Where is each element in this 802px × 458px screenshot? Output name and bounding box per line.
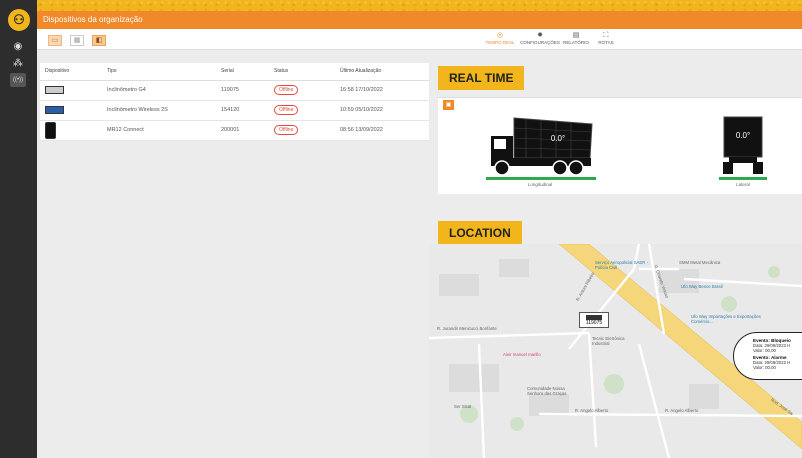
tab-label: TEMPO REAL <box>485 40 515 45</box>
col-tipo: Tipo <box>102 63 216 81</box>
map-label: Comunidade Nossa Senhora das Graças <box>527 386 567 396</box>
marker-serial: 119075 <box>585 320 603 326</box>
location-heading: LOCATION <box>438 221 522 245</box>
longitudinal-caption: Longitudinal <box>527 182 553 187</box>
signal-icon[interactable]: ((•)) <box>10 73 26 87</box>
tab-label: RELATÓRIO <box>563 40 589 45</box>
tab-tempo-real[interactable]: ◎ TEMPO REAL <box>483 31 517 45</box>
status-badge: Offline <box>274 85 299 95</box>
event-value: Valor: 00,00 <box>753 365 776 370</box>
device-detail-panel: REAL TIME ▣ 0.0° Longitudinal 0.0° Later… <box>429 50 802 458</box>
list-view-button[interactable]: ▭ <box>48 35 62 46</box>
lateral-caption: Lateral <box>736 182 750 187</box>
inclinometer-wireless-image <box>45 106 64 114</box>
col-status: Status <box>269 63 335 81</box>
device-table: Dispositivo Tipo Serial Status Último At… <box>40 63 429 141</box>
event-item: Evento: Alarme Data: 29/09/2022 H Valor:… <box>753 355 802 370</box>
device-list-panel: Dispositivo Tipo Serial Status Último At… <box>37 50 429 458</box>
device-badge-icon[interactable]: ▣ <box>443 100 454 110</box>
detail-view-button[interactable]: ◧ <box>92 35 106 46</box>
status-badge: Offline <box>274 105 299 115</box>
real-time-heading: REAL TIME <box>438 66 525 90</box>
lateral-value: 0.0° <box>735 131 751 140</box>
map-label: SMM Metal Mecânica <box>679 260 721 265</box>
device-serial: 119075 <box>216 80 269 101</box>
last-update: 16:58 17/10/2022 <box>335 80 429 101</box>
mr12-connect-image <box>45 121 56 139</box>
tab-label: ROTAS <box>598 40 614 45</box>
location-card: Serviço Aeropolicial SAER - Polícia Civi… <box>429 244 802 458</box>
device-image-cell <box>40 80 102 101</box>
status-cell: Offline <box>269 120 335 141</box>
street-label: R. Jurandir Menicucci Bonfante <box>437 326 497 331</box>
last-update: 10:59 05/10/2022 <box>335 100 429 121</box>
event-popup[interactable]: Evento: Bloqueio Data: 29/09/2022 H Valo… <box>733 332 802 380</box>
document-icon: ▤ <box>572 32 580 39</box>
map-label: Serviço Aeropolicial SAER - Polícia Civi… <box>595 260 649 270</box>
gear-icon: ✹ <box>537 32 543 39</box>
page-title: Dispositivos da organização <box>37 11 802 29</box>
event-value: Valor: 00,00 <box>753 348 776 353</box>
street-label: R. Angelo Alberto <box>665 408 699 413</box>
map-label: Aleir manuel marillo <box>503 352 541 357</box>
tab-relatorio[interactable]: ▤ RELATÓRIO <box>563 31 589 45</box>
device-image-cell <box>40 120 102 141</box>
device-type: Inclinômetro Wireless 2S <box>102 100 216 121</box>
sidebar: ⚇ ◉ ⁂ ((•)) <box>0 0 37 458</box>
longitudinal-value: 0.0° <box>550 134 566 143</box>
map-label: Tecnic Eletrônica Industrial <box>592 336 625 346</box>
network-icon[interactable]: ⁂ <box>10 57 26 71</box>
status-cell: Offline <box>269 100 335 121</box>
map-label: Ufo Way Bence Brasil <box>681 284 723 289</box>
table-row[interactable]: Inclinômetro Wireless 2S 154120 Offline … <box>40 100 429 121</box>
person-icon[interactable]: ⚇ <box>8 9 30 31</box>
status-cell: Offline <box>269 80 335 101</box>
toolbar: ▭ ▦ ◧ ◎ TEMPO REAL ✹ CONFIGURAÇÕES ▤ REL… <box>37 29 802 50</box>
tab-label: CONFIGURAÇÕES <box>520 40 560 45</box>
inclinometer-g4-image <box>45 86 64 94</box>
map-label: Ufo Way Importações e Exportações Comérc… <box>691 314 761 324</box>
globe-icon[interactable]: ◉ <box>10 40 26 54</box>
main-area: Dispositivos da organização ▭ ▦ ◧ ◎ TEMP… <box>37 11 802 458</box>
table-row[interactable]: MR12 Connect 200001 Offline 08:56 13/09/… <box>40 120 429 141</box>
status-badge: Offline <box>274 125 299 135</box>
col-serial: Serial <box>216 63 269 81</box>
grid-view-button[interactable]: ▦ <box>70 35 84 46</box>
table-row[interactable]: Inclinômetro G4 119075 Offline 16:58 17/… <box>40 80 429 101</box>
col-ultima-atualizacao: Último Atualização <box>335 63 429 81</box>
clock-icon: ◎ <box>496 32 504 39</box>
map[interactable]: Serviço Aeropolicial SAER - Polícia Civi… <box>429 244 802 458</box>
tab-configuracoes[interactable]: ✹ CONFIGURAÇÕES <box>520 31 560 45</box>
device-image-cell <box>40 100 102 121</box>
truck-rear-icon <box>719 116 767 180</box>
device-type: Inclinômetro G4 <box>102 80 216 101</box>
device-type: MR12 Connect <box>102 120 216 141</box>
device-serial: 200001 <box>216 120 269 141</box>
street-label: R. Angelo Alberto <box>575 408 609 413</box>
real-time-card: ▣ 0.0° Longitudinal 0.0° Lateral <box>438 97 802 194</box>
event-item: Evento: Bloqueio Data: 29/09/2022 H Valo… <box>753 338 802 353</box>
last-update: 08:56 13/09/2022 <box>335 120 429 141</box>
tab-rotas[interactable]: ⛶ ROTAS <box>596 31 616 45</box>
route-icon: ⛶ <box>603 32 609 39</box>
map-label: Ser Sical <box>454 404 472 409</box>
truck-side-icon <box>486 117 596 180</box>
col-dispositivo: Dispositivo <box>40 63 102 81</box>
device-serial: 154120 <box>216 100 269 121</box>
device-map-marker[interactable]: 119075 <box>579 312 609 328</box>
